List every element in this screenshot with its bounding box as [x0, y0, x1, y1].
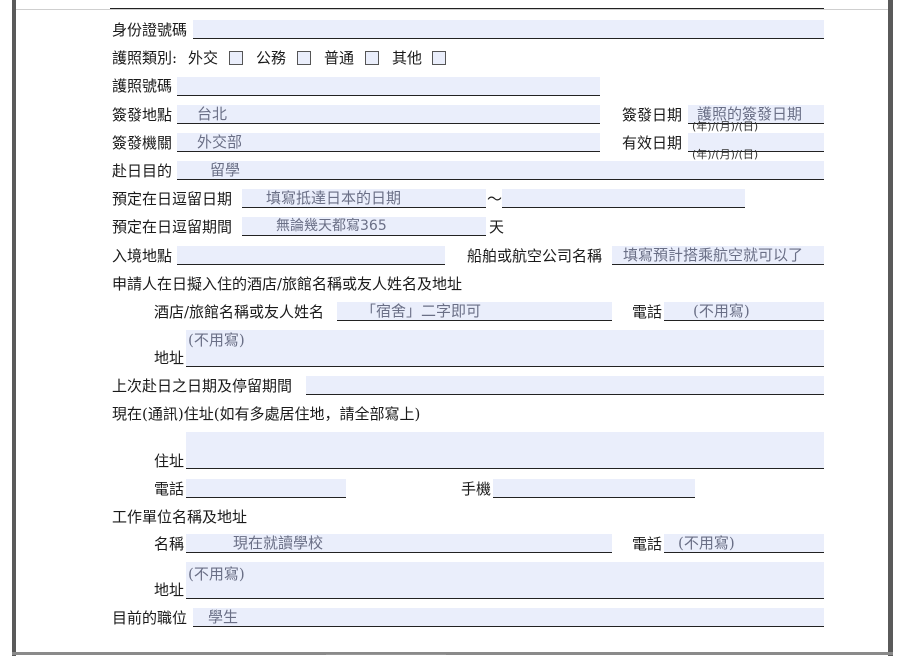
stay-end-date-field[interactable] — [502, 189, 745, 208]
passport-type-other-label: 其他 — [392, 49, 423, 67]
stay-period-unit: 天 — [489, 218, 505, 236]
passport-number-label: 護照號碼 — [112, 77, 173, 95]
entry-port-field[interactable] — [177, 246, 445, 265]
expiry-date-label: 有效日期 — [622, 134, 683, 152]
hotel-address-field[interactable]: (不用寫) — [186, 330, 824, 367]
hotel-address-label: 地址 — [154, 349, 185, 367]
hotel-phone-label: 電話 — [632, 303, 663, 321]
work-name-label: 名稱 — [154, 535, 185, 553]
work-phone-label: 電話 — [632, 535, 663, 553]
position-value: 學生 — [208, 608, 239, 626]
hotel-name-field[interactable]: 「宿舍」二字即可 — [337, 302, 612, 321]
hotel-address-value: (不用寫) — [188, 331, 245, 349]
residence-address-field[interactable] — [186, 432, 824, 469]
issue-place-field[interactable]: 台北 — [177, 105, 600, 124]
passport-type-ordinary-checkbox[interactable] — [365, 51, 379, 65]
entry-port-label: 入境地點 — [112, 247, 173, 265]
passport-number-field[interactable] — [177, 77, 600, 96]
stay-period-value: 無論幾天都寫365 — [276, 218, 387, 234]
work-name-value: 現在就讀學校 — [233, 534, 324, 552]
page-right-edge — [888, 0, 893, 656]
issue-place-value: 台北 — [197, 105, 228, 123]
stay-dates-tilde: ～ — [487, 190, 503, 208]
residence-address-label: 住址 — [154, 452, 185, 470]
issue-place-label: 簽發地點 — [112, 106, 173, 124]
carrier-value: 填寫預計搭乘航空就可以了 — [623, 246, 804, 264]
purpose-value: 留學 — [210, 161, 241, 179]
last-visit-label: 上次赴日之日期及停留期間 — [112, 377, 293, 395]
passport-type-label: 護照類別: — [112, 49, 178, 67]
mobile-label: 手機 — [461, 480, 492, 498]
passport-type-diplomatic-checkbox[interactable] — [229, 51, 243, 65]
hotel-phone-value: (不用寫) — [693, 302, 750, 320]
work-section-label: 工作單位名稱及地址 — [112, 508, 248, 526]
carrier-label: 船舶或航空公司名稱 — [467, 247, 603, 265]
previous-field-underline — [110, 8, 824, 9]
hotel-name-value: 「宿舍」二字即可 — [361, 302, 482, 320]
passport-type-official-label: 公務 — [256, 49, 287, 67]
issue-authority-label: 簽發機關 — [112, 134, 173, 152]
form-page — [16, 0, 888, 652]
stay-start-date-field[interactable]: 填寫抵達日本的日期 — [242, 189, 486, 208]
current-address-label: 現在(通訊)住址(如有多處居住地，請全部寫上) — [112, 405, 421, 423]
passport-type-official-checkbox[interactable] — [297, 51, 311, 65]
stay-period-field[interactable]: 無論幾天都寫365 — [242, 217, 486, 236]
hotel-name-label: 酒店/旅館名稱或友人姓名 — [154, 303, 325, 321]
work-address-label: 地址 — [154, 581, 185, 599]
issue-authority-value: 外交部 — [197, 133, 243, 151]
stay-dates-label: 預定在日逗留日期 — [112, 190, 233, 208]
issue-date-label: 簽發日期 — [622, 106, 683, 124]
purpose-label: 赴日目的 — [112, 162, 173, 180]
expiry-date-format-hint: (年)/(月)/(日) — [692, 148, 759, 161]
page-bottom-edge — [12, 652, 893, 655]
work-phone-field[interactable]: (不用寫) — [664, 534, 824, 553]
page-left-edge — [12, 0, 16, 656]
next-page-edge — [326, 654, 446, 657]
phone-field[interactable] — [186, 479, 346, 498]
passport-type-other-checkbox[interactable] — [432, 51, 446, 65]
phone-label: 電話 — [154, 480, 185, 498]
carrier-field[interactable]: 填寫預計搭乘航空就可以了 — [612, 246, 824, 265]
passport-type-ordinary-label: 普通 — [324, 49, 355, 67]
mobile-field[interactable] — [493, 479, 695, 498]
hotel-section-label: 申請人在日擬入住的酒店/旅館名稱或友人姓名及地址 — [112, 275, 463, 293]
position-label: 目前的職位 — [112, 609, 188, 627]
last-visit-field[interactable] — [306, 376, 824, 395]
issue-date-format-hint: (年)/(月)/(日) — [692, 120, 759, 133]
id-number-field[interactable] — [193, 20, 824, 39]
page-top-border — [16, 9, 888, 10]
work-name-field[interactable]: 現在就讀學校 — [186, 534, 612, 553]
purpose-field[interactable]: 留學 — [177, 161, 824, 180]
stay-start-date-value: 填寫抵達日本的日期 — [266, 189, 402, 207]
position-field[interactable]: 學生 — [193, 608, 824, 627]
work-phone-value: (不用寫) — [678, 534, 735, 552]
work-address-value: (不用寫) — [188, 565, 245, 583]
hotel-phone-field[interactable]: (不用寫) — [664, 302, 824, 321]
passport-type-diplomatic-label: 外交 — [188, 49, 219, 67]
work-address-field[interactable]: (不用寫) — [186, 562, 824, 599]
id-number-label: 身份證號碼 — [112, 21, 188, 39]
issue-authority-field[interactable]: 外交部 — [177, 133, 600, 152]
stay-period-label: 預定在日逗留期間 — [112, 218, 233, 236]
